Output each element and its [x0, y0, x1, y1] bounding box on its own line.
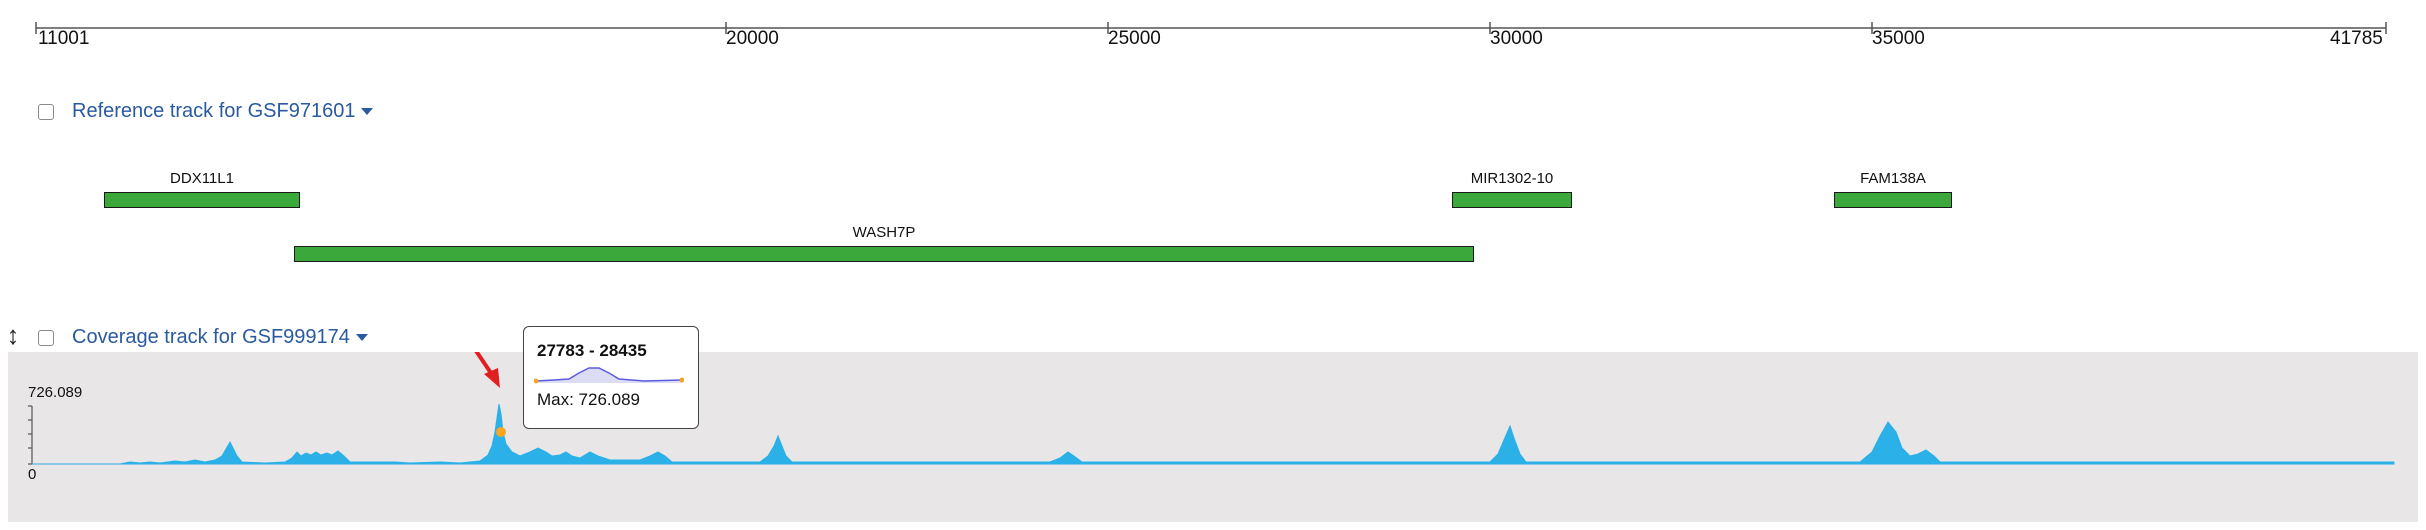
gene-label-ddx11l1: DDX11L1 [170, 170, 234, 187]
gene-label-wash7p: WASH7P [852, 224, 916, 241]
reference-track-checkbox[interactable] [38, 103, 54, 120]
coverage-plot [28, 352, 2395, 465]
gene-label-mir1302-10: MIR1302-10 [1470, 170, 1554, 187]
reference-track-header: Reference track for GSF971601 [38, 100, 374, 123]
tooltip-sparkline [534, 367, 684, 384]
ruler-start-label: 11001 [38, 28, 90, 49]
ruler-tick-label: 30000 [1490, 28, 1543, 49]
coverage-track-dropdown-icon[interactable] [355, 334, 368, 341]
tooltip-max: Max: 726.089 [537, 390, 641, 409]
tooltip-range: 27783 - 28435 [537, 341, 647, 360]
genome-ruler [35, 22, 2387, 34]
reference-track-title[interactable]: Reference track for GSF971601 [72, 100, 355, 123]
ruler-tick-label: 35000 [1872, 28, 1925, 49]
ruler-tick-label: 25000 [1108, 28, 1161, 49]
gene-bar-wash7p[interactable] [294, 246, 1474, 262]
coverage-max-label: 726.089 [28, 384, 83, 401]
gene-bar-fam138a[interactable] [1834, 192, 1952, 208]
gene-bar-mir1302-10[interactable] [1452, 192, 1572, 208]
reference-track-dropdown-icon[interactable] [361, 108, 374, 115]
coverage-hover-point [496, 427, 506, 437]
coverage-track-title[interactable]: Coverage track for GSF999174 [72, 326, 350, 349]
gene-bar-ddx11l1[interactable] [104, 192, 300, 208]
annotation-arrow-icon [474, 352, 500, 388]
ruler-end-label: 41785 [2330, 28, 2383, 49]
coverage-signal [32, 403, 2395, 465]
coverage-min-label: 0 [28, 466, 37, 483]
coverage-track-header: Coverage track for GSF999174 [38, 326, 368, 349]
ruler-tick-label: 20000 [726, 28, 779, 49]
coverage-track-checkbox[interactable] [38, 329, 54, 346]
gene-label-fam138a: FAM138A [1860, 170, 1926, 187]
coverage-tooltip: 27783 - 28435 Max: 726.089 [523, 326, 699, 429]
resize-handle-icon[interactable]: ↕ [2, 320, 24, 350]
